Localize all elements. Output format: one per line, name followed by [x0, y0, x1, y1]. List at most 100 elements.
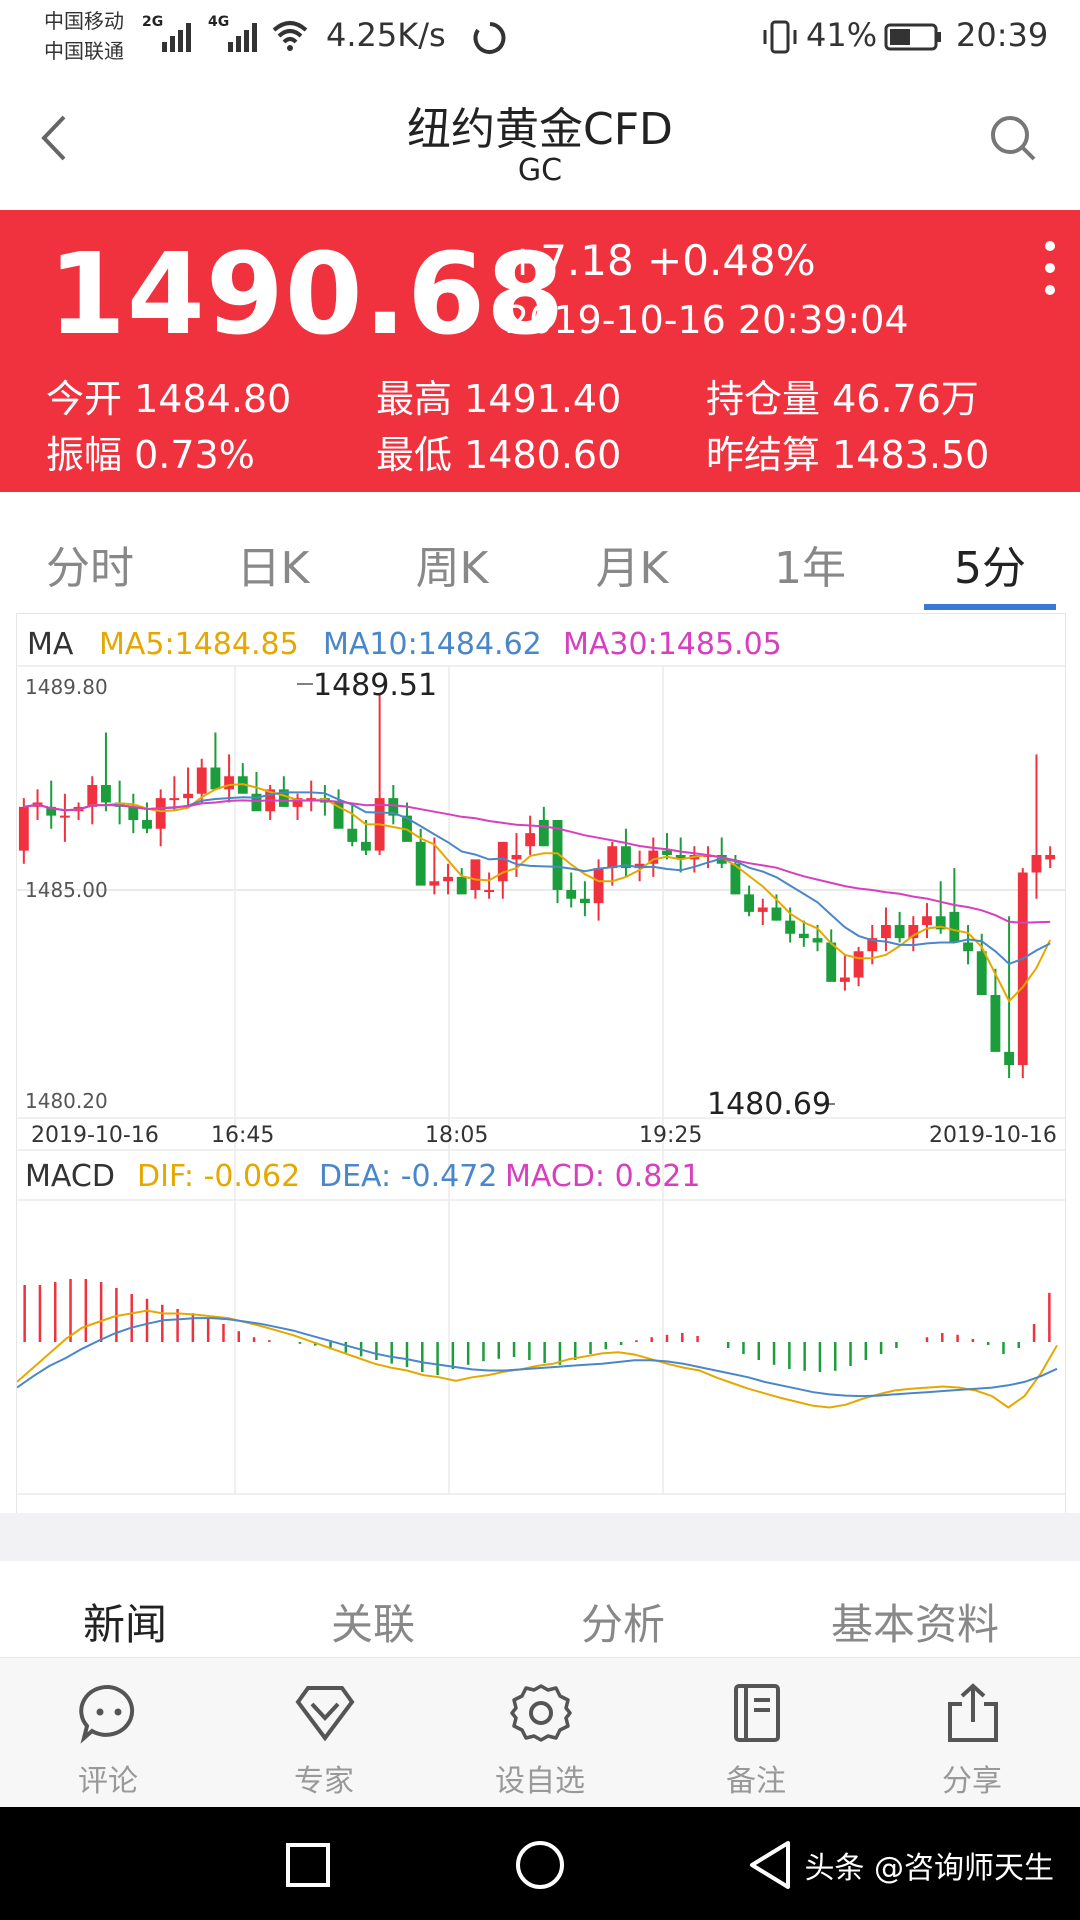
- tab-related[interactable]: 关联: [288, 1591, 458, 1652]
- candle-body: [210, 767, 221, 790]
- tab-1-year[interactable]: 1年: [730, 532, 890, 596]
- candle-body: [566, 890, 577, 899]
- candle-body: [922, 916, 932, 925]
- stat-amplitude: 振幅 0.73%: [46, 433, 255, 477]
- page-subtitle: GC: [517, 153, 563, 188]
- candle-body: [128, 806, 139, 820]
- comment-button[interactable]: 评论: [0, 1658, 216, 1808]
- share-label: 分享: [942, 1764, 1002, 1799]
- high-annotation: 1489.51: [313, 668, 437, 703]
- tab-news[interactable]: 新闻: [40, 1591, 210, 1652]
- candle-body: [511, 855, 522, 860]
- candle-body: [443, 876, 453, 882]
- add-watchlist-label: 设自选: [495, 1764, 585, 1799]
- tab-monthly-k[interactable]: 月K: [552, 532, 712, 596]
- dif-legend: DIF: -0.062: [137, 1159, 300, 1194]
- expert-icon: [295, 1686, 355, 1742]
- status-bar: 中国移动 中国联通 2G 4G 4.25K/s 41% 20:39: [0, 0, 1080, 75]
- candle-body: [593, 868, 604, 904]
- share-button[interactable]: 分享: [864, 1658, 1080, 1808]
- candle-body: [18, 806, 29, 851]
- watermark: 头条 @咨询师天生: [804, 1851, 1054, 1886]
- macd-legend-label: MACD: [25, 1159, 115, 1194]
- tab-daily-k[interactable]: 日K: [193, 532, 353, 596]
- signal-icon-2: [228, 23, 257, 52]
- x-tick-2: 18:05: [425, 1123, 488, 1148]
- tab-timeshare[interactable]: 分时: [10, 532, 170, 596]
- tab-analysis[interactable]: 分析: [538, 1591, 708, 1652]
- ma30-line: [23, 799, 1051, 924]
- ma30-legend: MA30:1485.05: [563, 627, 782, 662]
- vibrate-icon: [763, 20, 797, 54]
- comment-label: 评论: [78, 1764, 138, 1799]
- x-tick-4: 2019-10-16: [929, 1123, 1057, 1148]
- add-watchlist-button[interactable]: 设自选: [432, 1658, 648, 1808]
- candle-body: [196, 767, 207, 794]
- candle-body: [101, 785, 111, 803]
- candle-body: [429, 881, 440, 886]
- note-label: 备注: [726, 1764, 786, 1799]
- system-nav-bar: 头条 @咨询师天生: [0, 1807, 1080, 1920]
- recents-icon[interactable]: [284, 1841, 332, 1889]
- last-price: 1490.68: [48, 230, 566, 360]
- stat-high: 最高 1491.40: [376, 377, 622, 421]
- candle-body: [881, 925, 891, 939]
- candle-body: [757, 907, 768, 912]
- candle-body: [1004, 1051, 1015, 1065]
- tab-basic-info[interactable]: 基本资料: [790, 1591, 1040, 1652]
- back-nav-icon[interactable]: [746, 1839, 794, 1891]
- section-divider: [0, 1513, 1080, 1561]
- x-tick-1: 16:45: [211, 1123, 274, 1148]
- candle-body: [183, 793, 193, 799]
- candle-body: [1031, 855, 1042, 873]
- carrier-1: 中国移动: [44, 9, 124, 33]
- low-annotation: 1480.69: [707, 1087, 831, 1122]
- note-button[interactable]: 备注: [648, 1658, 864, 1808]
- candle-body: [155, 798, 166, 829]
- bottom-toolbar: 评论 专家 设自选 备注 分享: [0, 1657, 1080, 1808]
- candle-body: [415, 841, 426, 886]
- candle-body: [853, 951, 864, 978]
- candle-body: [484, 890, 495, 892]
- comment-icon: [79, 1684, 135, 1744]
- page-title: 纽约黄金CFD: [407, 104, 673, 155]
- expert-label: 专家: [294, 1764, 354, 1799]
- candle-body: [839, 977, 850, 982]
- candle-body: [361, 841, 371, 851]
- stat-open-interest: 持仓量 46.76万: [706, 377, 979, 421]
- share-icon: [948, 1683, 998, 1742]
- stat-prev-settle: 昨结算 1483.50: [706, 433, 990, 477]
- tab-weekly-k[interactable]: 周K: [372, 532, 532, 596]
- candle-body: [1017, 872, 1028, 1065]
- candle-body: [1045, 855, 1056, 860]
- home-icon[interactable]: [514, 1839, 566, 1891]
- candle-body: [785, 920, 796, 934]
- candle-body: [744, 894, 755, 912]
- period-tabs: 分时 日K 周K 月K 1年 5分: [0, 492, 1080, 612]
- note-icon: [734, 1684, 780, 1742]
- candle-body: [456, 876, 467, 895]
- candle-body: [142, 820, 152, 829]
- network-speed: 4.25K/s: [326, 16, 446, 54]
- macd-legend: MACD: 0.821: [505, 1159, 700, 1194]
- candle-body: [771, 907, 782, 921]
- candle-body: [579, 898, 590, 904]
- quote-panel: 1490.68 +7.18 +0.48% 2019-10-16 20:39:04…: [0, 210, 1080, 492]
- more-icon[interactable]: [1038, 238, 1062, 298]
- loading-icon: [473, 22, 506, 54]
- settings-icon: [510, 1684, 572, 1742]
- candle-body: [59, 815, 70, 818]
- expert-button[interactable]: 专家: [216, 1658, 432, 1808]
- chart-panel[interactable]: MA MA5:1484.85 MA10:1484.62 MA30:1485.05…: [16, 613, 1066, 1515]
- battery-icon: [884, 23, 941, 51]
- tab-5-min[interactable]: 5分: [910, 532, 1070, 596]
- candle-body: [894, 925, 905, 939]
- search-icon[interactable]: [988, 113, 1038, 163]
- kline-chart[interactable]: MA MA5:1484.85 MA10:1484.62 MA30:1485.05…: [16, 614, 1065, 1514]
- stat-open: 今开 1484.80: [46, 377, 292, 421]
- battery-percent: 41%: [806, 16, 878, 54]
- ma10-line: [23, 791, 1051, 966]
- nav-header: 纽约黄金CFD GC: [0, 75, 1080, 210]
- candle-body: [798, 933, 809, 939]
- quote-time: 2019-10-16 20:39:04: [505, 298, 909, 342]
